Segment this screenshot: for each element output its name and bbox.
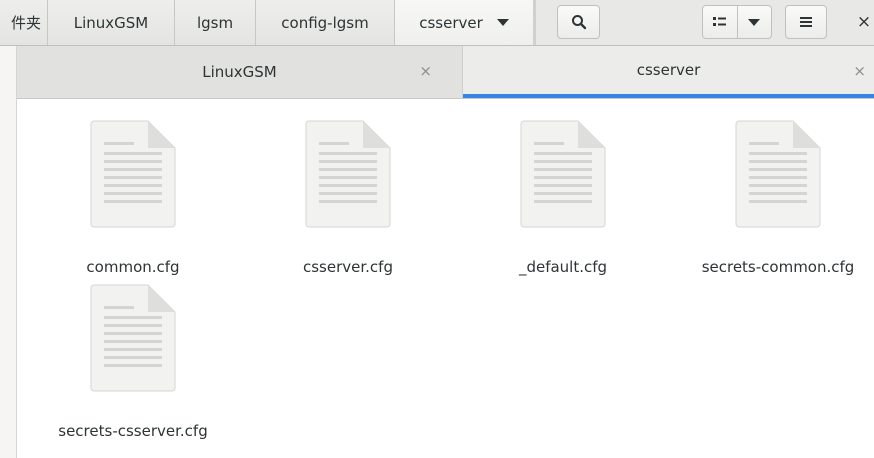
breadcrumb-config-lgsm[interactable]: config-lgsm	[256, 0, 395, 45]
breadcrumb-label: config-lgsm	[281, 13, 369, 32]
breadcrumb-label: LinuxGSM	[73, 13, 149, 32]
text-file-icon	[90, 284, 176, 392]
view-toggle-group	[702, 5, 772, 39]
file-name: common.cfg	[86, 258, 180, 276]
text-file-icon	[520, 120, 606, 228]
file-name: _default.cfg	[518, 258, 608, 276]
tab-close-icon[interactable]: ×	[853, 62, 866, 80]
tab-label: LinuxGSM	[202, 63, 277, 81]
tab-close-icon[interactable]: ×	[419, 62, 432, 80]
hamburger-menu-icon	[800, 17, 812, 27]
close-icon: ×	[856, 12, 872, 32]
tab-bar: LinuxGSM × csserver ×	[17, 46, 874, 99]
breadcrumb-parent-folder[interactable]: 件夹	[0, 0, 48, 45]
chevron-down-icon[interactable]	[496, 19, 509, 26]
text-file-icon	[90, 120, 176, 228]
breadcrumb-label: csserver	[419, 13, 483, 32]
sidebar-edge	[0, 46, 17, 458]
list-view-icon	[712, 17, 726, 26]
view-options-button[interactable]	[736, 6, 772, 38]
tab-csserver[interactable]: csserver ×	[463, 46, 874, 98]
breadcrumb-linuxgsm[interactable]: LinuxGSM	[48, 0, 175, 45]
tab-linuxgsm[interactable]: LinuxGSM ×	[17, 46, 463, 98]
text-file-icon	[305, 120, 391, 228]
search-button[interactable]	[557, 5, 600, 39]
file-name: secrets-common.cfg	[701, 258, 855, 276]
list-view-button[interactable]	[703, 6, 737, 38]
text-file-icon	[735, 120, 821, 228]
breadcrumb-lgsm[interactable]: lgsm	[175, 0, 256, 45]
window-close-button[interactable]: ×	[852, 5, 874, 39]
file-name: csserver.cfg	[303, 258, 393, 276]
breadcrumb-label: lgsm	[196, 13, 234, 32]
chevron-down-icon	[748, 18, 761, 26]
search-icon	[571, 15, 586, 30]
tab-label: csserver	[636, 61, 701, 79]
main-menu-button[interactable]	[785, 5, 827, 39]
file-name: secrets-csserver.cfg	[58, 422, 208, 440]
header-bar: 件夹 LinuxGSM lgsm config-lgsm csserver ×	[0, 0, 874, 46]
file-grid: common.cfg csserver.cfg _default.cfg sec…	[17, 99, 874, 458]
breadcrumb-label: 件夹	[10, 14, 41, 32]
breadcrumb-csserver[interactable]: csserver	[395, 0, 536, 45]
path-bar: 件夹 LinuxGSM lgsm config-lgsm csserver	[0, 0, 536, 45]
